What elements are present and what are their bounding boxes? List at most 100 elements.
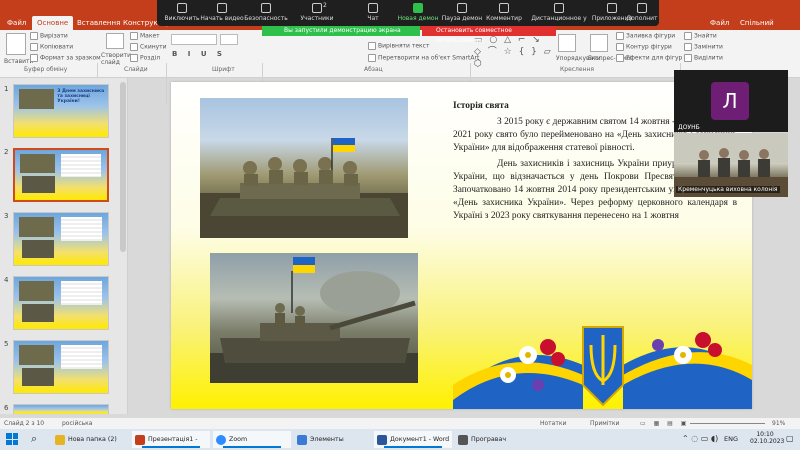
share-screen-icon <box>413 3 423 13</box>
slide-thumbnail-1[interactable]: З Днем захисника та захисниці України! <box>13 84 109 138</box>
search-icon[interactable]: ⌕ <box>31 432 37 446</box>
thumbnail-text <box>61 281 103 305</box>
taskbar-item-controls[interactable]: Элементы управл... <box>294 431 372 448</box>
thumbnail-photo <box>18 89 55 109</box>
font-group-label: Шрифт <box>212 66 235 73</box>
smartart-button[interactable]: Перетворити на об'єкт SmartArt <box>368 54 479 62</box>
remote-control-button[interactable]: Дистанционное у <box>529 0 589 26</box>
taskbar-item-word[interactable]: Документ1 - Word <box>374 431 452 448</box>
annotate-icon <box>499 3 509 13</box>
thumbnail-number: 6 <box>4 404 9 412</box>
slide-thumbnail-3[interactable] <box>13 212 109 266</box>
replace-icon <box>684 43 692 51</box>
replace-button[interactable]: Замінити <box>684 43 723 51</box>
soldiers-on-tank-photo[interactable] <box>200 98 408 238</box>
view-buttons[interactable]: ▭ ▦ ▤ ▣ <box>640 420 689 427</box>
clock[interactable]: 10:10 02.10.2023 <box>750 431 785 445</box>
font-name-box[interactable] <box>171 34 217 45</box>
shapes-gallery[interactable]: ▭ ○ △ ⌐ ↘ ◇ ⌒ ☆ { } ▱ ⬡ <box>474 34 554 69</box>
slide-thumbnail-5[interactable] <box>13 340 109 394</box>
align-text-icon <box>368 42 376 50</box>
participants-button[interactable]: Участники <box>292 0 342 26</box>
thumbnail-number: 5 <box>4 340 9 348</box>
select-button[interactable]: Виділити <box>684 54 723 62</box>
comments-button[interactable]: Примітки <box>590 420 619 427</box>
scissors-icon <box>30 32 38 40</box>
taskbar: ⌕ Нова папка (2) Презентація1 - Po... Zo… <box>0 429 800 450</box>
taskbar-item-folder[interactable]: Нова папка (2) <box>52 431 130 448</box>
media-player-icon <box>458 435 468 445</box>
shape-outline-button[interactable]: Контур фігури <box>616 43 672 51</box>
language-indicator[interactable]: російська <box>62 420 92 427</box>
tab-file[interactable]: Файл <box>2 16 31 30</box>
shape-fill-button[interactable]: Заливка фігури <box>616 32 675 40</box>
section-button[interactable]: Розділ <box>130 54 160 62</box>
brush-icon <box>30 54 38 62</box>
security-button[interactable]: Безопасность <box>241 0 291 26</box>
slide-thumbnail-4[interactable] <box>13 276 109 330</box>
shape-effects-button[interactable]: Ефекти для фігур <box>616 54 682 62</box>
trident-wreath-illustration <box>453 326 752 409</box>
participants-icon <box>312 3 322 13</box>
slide-thumbnail-2[interactable] <box>13 148 109 202</box>
status-bar: Слайд 2 з 10 російська Нотатки Примітки … <box>0 418 800 429</box>
soldiers-on-tank-illustration <box>200 138 408 238</box>
select-icon <box>684 54 692 62</box>
section-icon <box>130 54 138 62</box>
thumbnail-photo <box>22 176 55 193</box>
quick-styles-icon[interactable] <box>590 34 608 52</box>
taskbar-item-powerpoint[interactable]: Презентація1 - Po... <box>132 431 210 448</box>
thumbnail-number: 4 <box>4 276 9 284</box>
format-painter-button[interactable]: Формат за зразком <box>30 54 101 62</box>
windows-start-icon[interactable] <box>6 433 18 445</box>
pause-icon <box>457 3 467 13</box>
slide-thumbnail-6[interactable] <box>13 404 109 414</box>
clock-date: 02.10.2023 <box>750 438 785 445</box>
tab-home[interactable]: Основне <box>32 16 74 30</box>
thumbnail-photo <box>21 240 55 258</box>
effects-icon <box>616 54 624 62</box>
slide-counter: Слайд 2 з 10 <box>4 420 45 427</box>
system-tray-icons[interactable]: ⌃ ◌ ▭ ◖) <box>682 434 718 443</box>
taskbar-item-media-player[interactable]: Програвач Windo... <box>455 431 533 448</box>
annotate-button[interactable]: Комментир <box>479 0 529 26</box>
reset-icon <box>130 43 138 51</box>
new-slide-icon[interactable] <box>106 33 124 49</box>
align-text-button[interactable]: Вирівняти текст <box>368 42 429 50</box>
paste-button[interactable]: Вставити <box>4 58 33 65</box>
tab-file-right[interactable]: Файл <box>705 16 734 30</box>
thumbnail-number: 1 <box>4 85 9 93</box>
thumbnail-text <box>61 154 102 177</box>
notifications-icon[interactable]: ▢ <box>786 434 794 443</box>
more-button[interactable]: Дополнит <box>617 0 667 26</box>
powerpoint-icon <box>135 435 145 445</box>
start-video-button[interactable]: Начать видео <box>197 0 247 26</box>
tank-with-flag-photo[interactable] <box>210 253 418 383</box>
font-format-buttons[interactable]: B I U S <box>172 50 226 58</box>
layout-button[interactable]: Макет <box>130 32 160 40</box>
tank-with-flag-illustration <box>210 257 418 383</box>
thumbnail-title: З Днем захисника та захисниці України! <box>57 89 105 105</box>
new-slide-button[interactable]: Створити слайд <box>101 52 131 66</box>
copy-button[interactable]: Копіювати <box>30 43 73 51</box>
new-share-button[interactable]: Новая демон <box>393 0 443 26</box>
thumbnail-photo <box>19 154 55 173</box>
notes-button[interactable]: Нотатки <box>540 420 566 427</box>
layout-icon <box>130 32 138 40</box>
stop-share-button[interactable]: Остановить совместное использование <box>422 26 556 44</box>
chat-button[interactable]: Чат <box>348 0 398 26</box>
keyboard-language[interactable]: ENG <box>724 435 738 443</box>
folder-icon <box>55 435 65 445</box>
thumbnails-scrollbar[interactable] <box>120 82 126 252</box>
share-button[interactable]: Спільний доступ <box>735 16 800 41</box>
zoom-level[interactable]: 91% <box>772 420 785 427</box>
zoom-slider[interactable] <box>690 423 765 424</box>
reset-button[interactable]: Скинути <box>130 43 167 51</box>
font-size-box[interactable] <box>220 34 238 45</box>
paragraph-group-label: Абзац <box>364 66 383 73</box>
cut-button[interactable]: Вирізати <box>30 32 68 40</box>
arrange-icon[interactable] <box>558 34 576 52</box>
find-button[interactable]: Знайти <box>684 32 717 40</box>
paste-icon[interactable] <box>6 33 26 55</box>
taskbar-item-zoom[interactable]: Zoom <box>213 431 291 448</box>
